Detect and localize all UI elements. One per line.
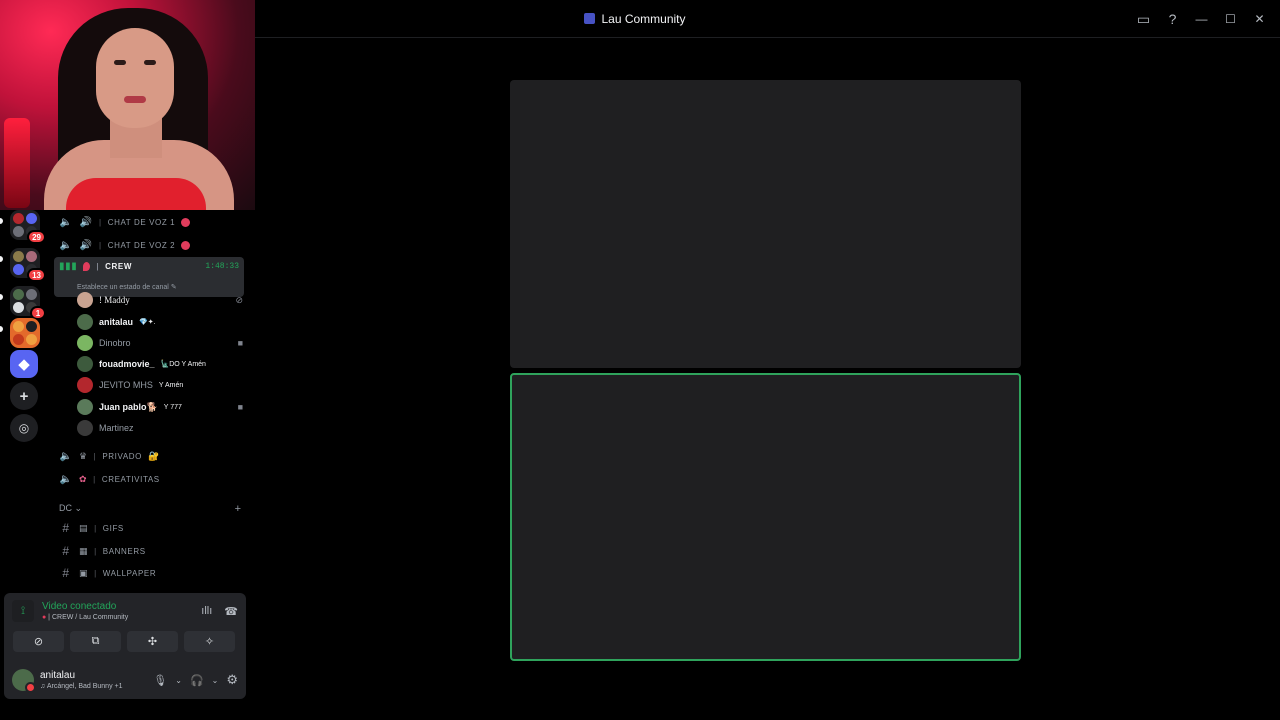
- voice-member[interactable]: JEVITO MHS Y Amén: [77, 375, 243, 395]
- text-channel-banners[interactable]: # ▦ | BANNERS: [54, 540, 244, 562]
- avatar: [77, 292, 93, 308]
- voice-member[interactable]: Juan pablo🐕 Y 777 ■: [77, 397, 243, 417]
- server-folder[interactable]: 29: [10, 210, 46, 244]
- status-dot: [181, 217, 191, 227]
- server-icon-fox[interactable]: [10, 318, 40, 348]
- voice-member[interactable]: Dinobro ■: [77, 333, 243, 353]
- camera-off-button[interactable]: ⊘: [13, 631, 64, 652]
- speaker-icon: 🔊: [79, 239, 93, 251]
- music-note-icon: ♫: [40, 683, 46, 690]
- clapper-icon: ▤: [79, 522, 89, 533]
- drop-icon: [83, 262, 91, 271]
- avatar: [77, 420, 93, 436]
- speaker-lock-icon: 🔈: [59, 239, 73, 251]
- voice-member[interactable]: anitalau 💎✦.: [77, 312, 243, 332]
- voice-member[interactable]: fouadmovie_ 🗽DO Y Amén: [77, 354, 243, 374]
- inbox-icon[interactable]: ▭: [1129, 4, 1158, 34]
- chevron-down-icon: ⌄: [74, 503, 83, 513]
- unread-badge: 29: [27, 230, 46, 244]
- explore-compass-icon[interactable]: ◎: [10, 414, 38, 442]
- status-dot: [181, 240, 191, 250]
- avatar: [77, 335, 93, 351]
- avatar: [77, 356, 93, 372]
- window-controls: ▭ ? — ☐ ✕: [1129, 0, 1274, 38]
- avatar: [77, 399, 93, 415]
- activities-button[interactable]: ✣: [127, 631, 178, 652]
- crown-icon: ♛: [79, 450, 88, 461]
- deafened-icon: ⊘: [235, 294, 243, 305]
- voice-channel-chat-1[interactable]: 🔈 🔊 | CHAT DE VOZ 1: [54, 211, 244, 233]
- add-channel-icon[interactable]: +: [235, 503, 241, 515]
- drop-icon: ●: [42, 614, 47, 621]
- webcam-overlay: [0, 0, 255, 210]
- film-icon: ▦: [79, 545, 89, 556]
- add-server-icon[interactable]: +: [10, 382, 38, 410]
- minimize-button[interactable]: —: [1187, 4, 1216, 34]
- avatar: [77, 377, 93, 393]
- close-button[interactable]: ✕: [1245, 4, 1274, 34]
- soundboard-button[interactable]: ✧: [184, 631, 235, 652]
- server-folder[interactable]: 13: [10, 248, 46, 282]
- speaker-lock-icon: 🔈: [59, 473, 73, 485]
- microphone-icon[interactable]: 🎙: [153, 674, 167, 687]
- chevron-down-icon[interactable]: ⌄: [175, 676, 182, 685]
- server-icon: [584, 13, 596, 24]
- voice-activity-icon: ▮▮▮: [59, 261, 78, 272]
- avatar[interactable]: [12, 669, 36, 693]
- picture-icon: ▣: [79, 567, 89, 578]
- voice-connected-panel: ⟟ Video conectado ● | CREW / Lau Communi…: [4, 593, 246, 661]
- gear-icon[interactable]: ⚙: [226, 672, 238, 688]
- title-bar: Lau Community ▭ ? — ☐ ✕: [255, 0, 1280, 38]
- video-tile-speaking[interactable]: [510, 373, 1021, 661]
- speaker-icon: 🔊: [79, 216, 93, 228]
- window-title: Lau Community: [584, 12, 686, 26]
- category-dc[interactable]: DC ⌄ +: [59, 503, 247, 515]
- chevron-down-icon[interactable]: ⌄: [212, 676, 219, 685]
- video-tile[interactable]: [510, 80, 1021, 368]
- help-icon[interactable]: ?: [1158, 4, 1187, 34]
- voice-member[interactable]: ! Maddy ⊘: [77, 290, 243, 310]
- hash-icon: #: [62, 521, 70, 535]
- hash-icon: #: [62, 566, 70, 580]
- voice-channel-creativitas[interactable]: 🔈 ✿ | CREATIVITAS: [54, 468, 244, 490]
- disconnect-icon[interactable]: ☎: [224, 605, 238, 618]
- discover-shield-icon[interactable]: ◆: [10, 350, 38, 378]
- text-channel-gifs[interactable]: # ▤ | GIFS: [54, 517, 244, 539]
- maximize-button[interactable]: ☐: [1216, 4, 1245, 34]
- video-camera-icon: ■: [237, 338, 243, 348]
- text-channel-wallpaper[interactable]: # ▣ | WALLPAPER: [54, 562, 244, 584]
- flower-icon: ✿: [79, 473, 88, 484]
- connection-signal-icon[interactable]: ⟟: [12, 600, 34, 622]
- noise-suppression-icon[interactable]: ıllı: [201, 605, 212, 618]
- channel-list: 🔈 🔊 | CHAT DE VOZ 1 🔈 🔊 | CHAT DE VOZ 2 …: [50, 210, 248, 595]
- headphones-icon[interactable]: 🎧: [190, 674, 204, 687]
- voice-channel-privado[interactable]: 🔈 ♛ | PRIVADO 🔐: [54, 445, 244, 467]
- speaker-lock-icon: 🔈: [59, 450, 73, 462]
- server-folder[interactable]: 1: [10, 286, 46, 320]
- video-camera-icon: ■: [237, 402, 243, 412]
- voice-channel-chat-2[interactable]: 🔈 🔊 | CHAT DE VOZ 2: [54, 234, 244, 256]
- user-panel: anitalau ♫ Arcángel, Bad Bunny +1 🎙 ⌄ 🎧 …: [4, 661, 246, 699]
- avatar: [77, 314, 93, 330]
- screen-share-button[interactable]: ⧉: [70, 631, 121, 652]
- unread-badge: 13: [27, 268, 46, 282]
- voice-member[interactable]: Martinez: [77, 418, 243, 438]
- speaker-lock-icon: 🔈: [59, 216, 73, 228]
- hash-icon: #: [62, 544, 70, 558]
